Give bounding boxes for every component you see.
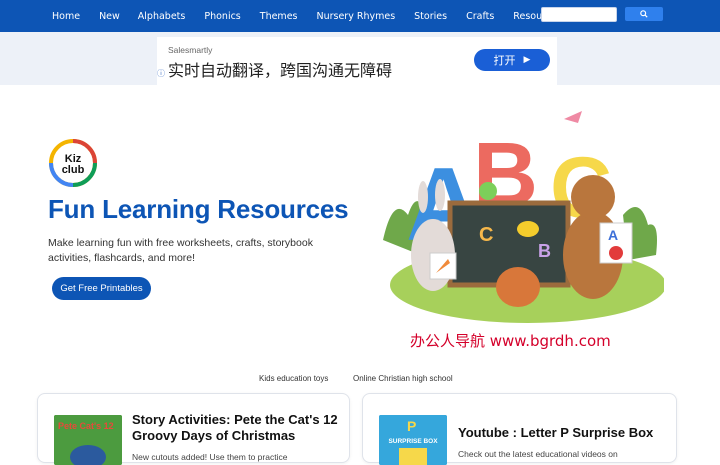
nav-item-crafts[interactable]: Crafts [466,11,494,22]
bunny-ear-right [435,179,445,211]
search-icon [640,10,648,18]
frog-icon [479,182,497,200]
bee-icon [517,221,539,237]
nav-item-stories[interactable]: Stories [414,11,447,22]
search-button[interactable] [625,7,663,21]
squirrel-icon [496,267,540,307]
bear-head [571,175,615,219]
apple-icon [609,246,623,260]
get-free-printables-button[interactable]: Get Free Printables [52,277,151,300]
card-text: Check out the latest educational videos … [458,449,618,459]
surprise-box-image: P SURPRISE BOX [379,415,447,465]
logo-text-club: club [62,164,85,176]
hero-illustration: A B C C B A [383,111,664,323]
chalk-letter-c-icon: C [479,224,493,246]
thumb-title: Pete Cat's 12 [58,421,114,431]
ad-brand: Salesmartly [168,45,213,55]
search-input[interactable] [541,7,617,22]
chevron-right-icon: ▶ [523,55,531,65]
thumb-letter: P [407,418,416,434]
card-title[interactable]: Story Activities: Pete the Cat's 12 Groo… [132,412,342,444]
card-thumbnail[interactable]: Pete Cat's 12 [54,415,122,465]
card-text: New cutouts added! Use them to practice [132,452,288,462]
nav-item-phonics[interactable]: Phonics [204,11,240,22]
nav-item-home[interactable]: Home [52,11,80,22]
bunny-ear-left [418,181,428,213]
link-kids-education-toys[interactable]: Kids education toys [259,374,328,383]
nav-item-alphabets[interactable]: Alphabets [138,11,186,22]
nav-item-nursery-rhymes[interactable]: Nursery Rhymes [316,11,395,22]
thumb-title: SURPRISE BOX [388,438,438,445]
article-card[interactable]: Pete Cat's 12 Story Activities: Pete the… [37,393,350,465]
pete-the-cat-image: Pete Cat's 12 [54,415,122,465]
article-card[interactable]: P SURPRISE BOX Youtube : Letter P Surpri… [362,393,677,465]
link-online-christian-high-school[interactable]: Online Christian high school [353,374,453,383]
ad-open-button[interactable]: 打开 ▶ [474,49,550,71]
card-title[interactable]: Youtube : Letter P Surprise Box [458,425,668,441]
top-navigation-bar: Home New Alphabets Phonics Themes Nurser… [0,0,720,32]
nav-item-new[interactable]: New [99,11,120,22]
watermark-text: 办公人导航 www.bgrdh.com [410,332,611,350]
ad-text[interactable]: 实时自动翻译，跨国沟通无障碍 [168,57,392,81]
bird-icon [564,111,582,123]
chalk-letter-b-icon: B [538,241,551,261]
ad-info-icon[interactable]: ⓘ [157,68,165,79]
nav-menu: Home New Alphabets Phonics Themes Nurser… [52,0,562,32]
nav-item-themes[interactable]: Themes [260,11,298,22]
card-thumbnail[interactable]: P SURPRISE BOX [379,415,447,465]
card-letter-a-icon: A [608,227,618,243]
hero-title: Fun Learning Resources [48,194,349,224]
kizclub-logo[interactable]: Kiz club [48,138,98,188]
hero-description: Make learning fun with free worksheets, … [48,237,313,264]
ad-open-button-label: 打开 [493,54,516,67]
